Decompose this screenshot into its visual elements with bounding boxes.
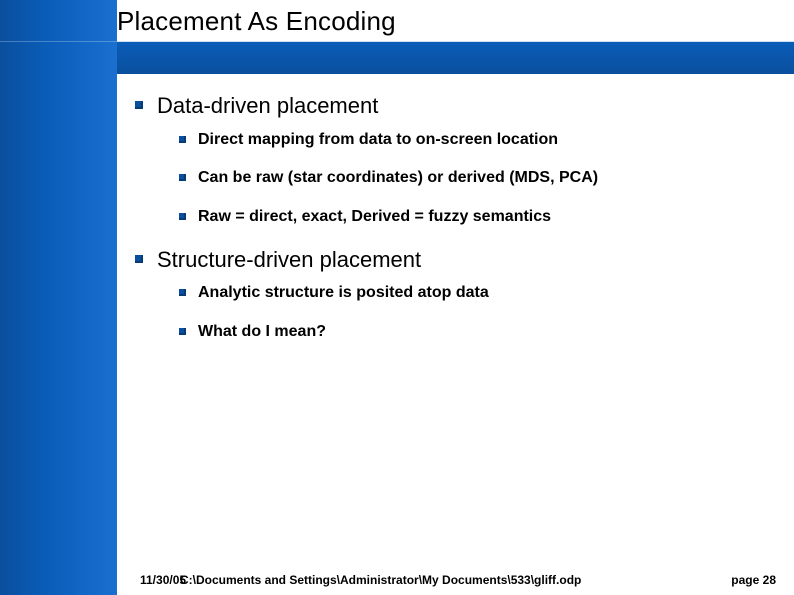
item-text: Direct mapping from data to on-screen lo…: [198, 130, 558, 151]
header-band: [117, 42, 794, 74]
bullet-icon: [179, 213, 186, 220]
list-item: Raw = direct, exact, Derived = fuzzy sem…: [179, 207, 775, 228]
item-text: Can be raw (star coordinates) or derived…: [198, 168, 598, 189]
footer: 11/30/05 C:\Documents and Settings\Admin…: [0, 567, 794, 595]
footer-page: page 28: [731, 573, 776, 587]
sublist: Direct mapping from data to on-screen lo…: [179, 130, 775, 228]
bullet-icon: [179, 289, 186, 296]
heading-text: Data-driven placement: [157, 92, 378, 120]
list-item: Direct mapping from data to on-screen lo…: [179, 130, 775, 151]
content-area: Data-driven placement Direct mapping fro…: [135, 86, 775, 361]
slide-title: Placement As Encoding: [117, 6, 396, 37]
heading-text: Structure-driven placement: [157, 246, 421, 274]
list-item: Can be raw (star coordinates) or derived…: [179, 168, 775, 189]
list-item: Structure-driven placement: [135, 246, 775, 274]
sublist: Analytic structure is posited atop data …: [179, 283, 775, 343]
bullet-icon: [179, 174, 186, 181]
list-item: What do I mean?: [179, 322, 775, 343]
item-text: Raw = direct, exact, Derived = fuzzy sem…: [198, 207, 551, 228]
left-stripe: [0, 0, 117, 595]
item-text: What do I mean?: [198, 322, 326, 343]
item-text: Analytic structure is posited atop data: [198, 283, 489, 304]
sidebar-divider: [0, 41, 117, 42]
slide: Placement As Encoding Data-driven placem…: [0, 0, 794, 595]
bullet-icon: [179, 328, 186, 335]
bullet-icon: [179, 136, 186, 143]
bullet-icon: [135, 255, 143, 263]
bullet-icon: [135, 101, 143, 109]
list-item: Analytic structure is posited atop data: [179, 283, 775, 304]
list-item: Data-driven placement: [135, 92, 775, 120]
footer-path: C:\Documents and Settings\Administrator\…: [180, 573, 581, 587]
